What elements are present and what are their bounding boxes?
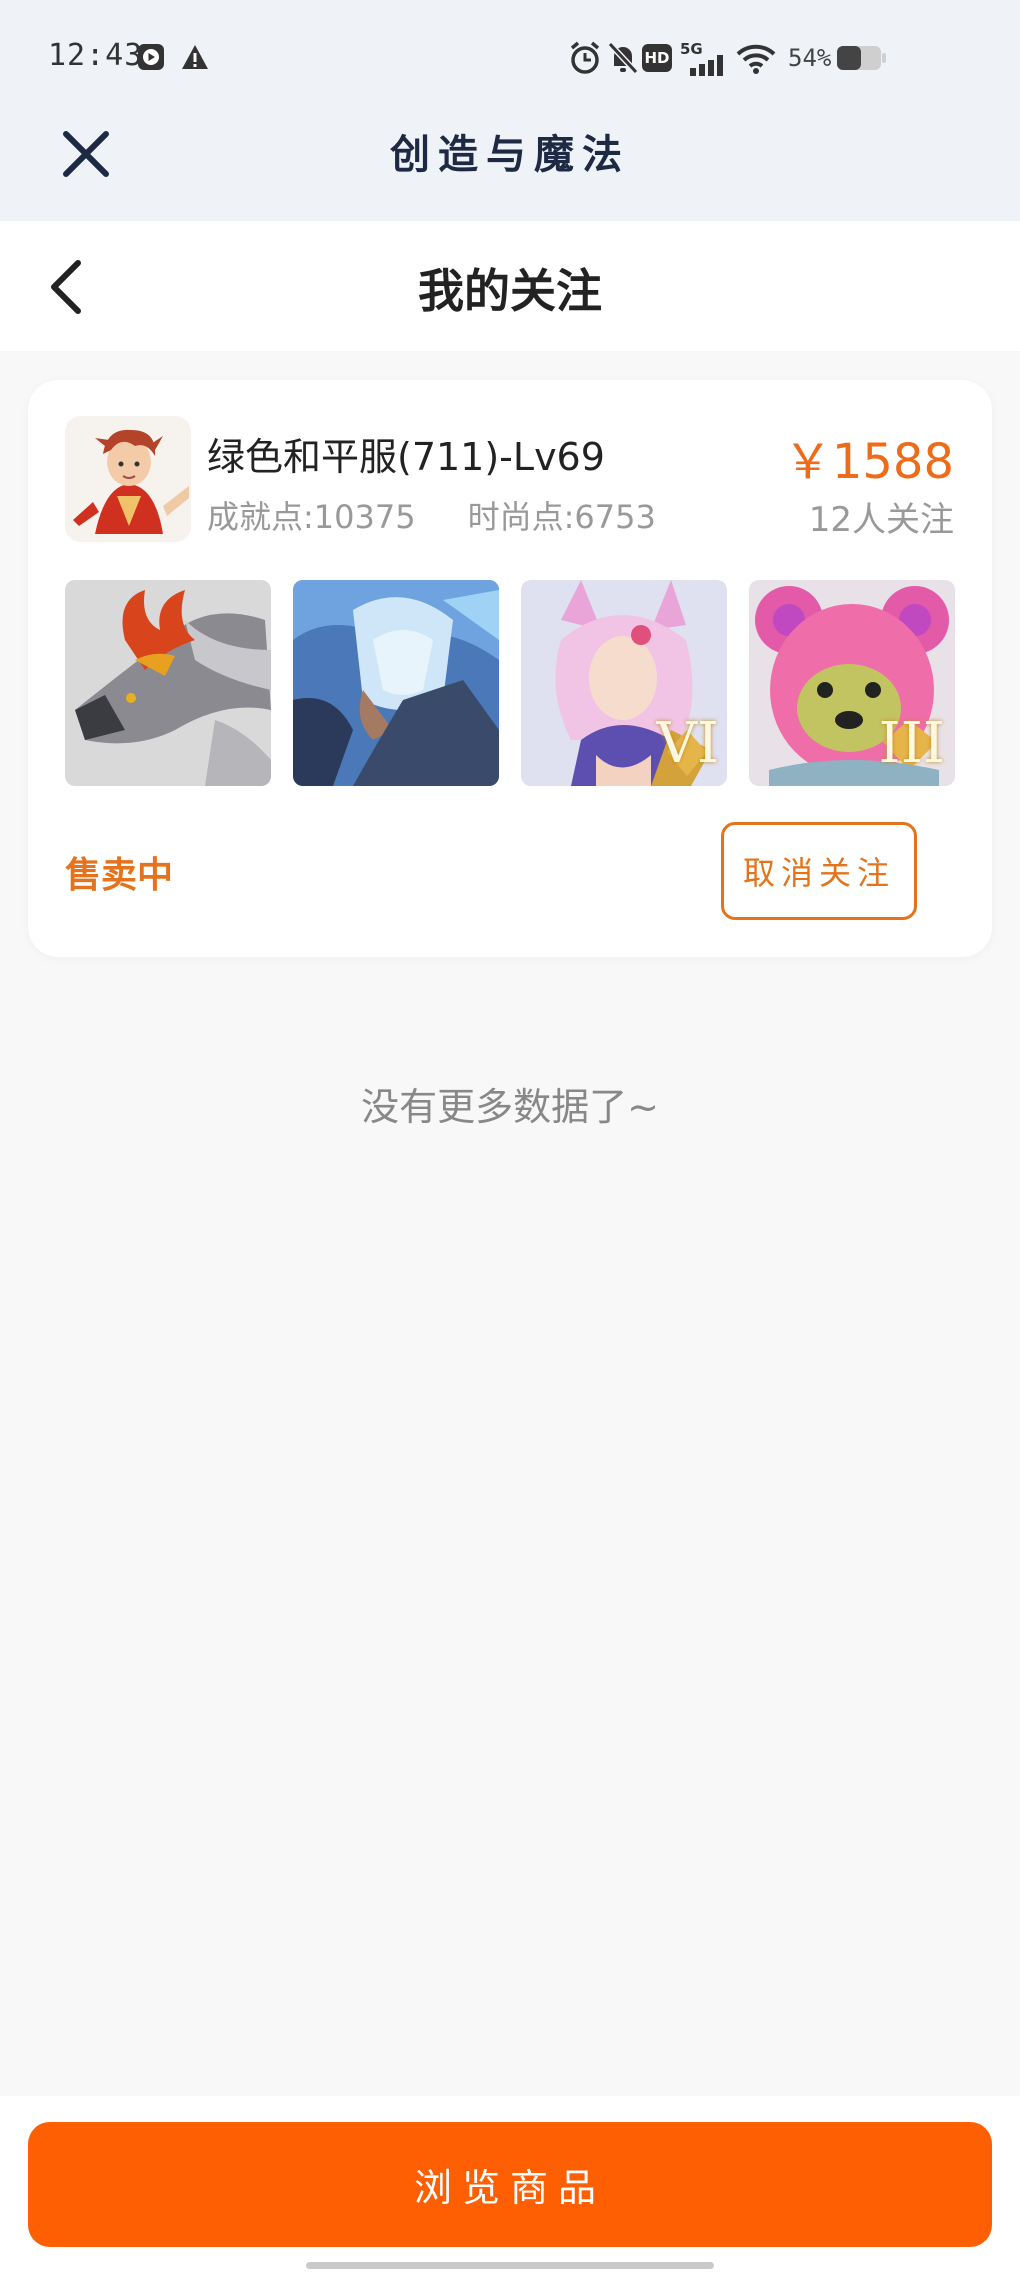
character-name: 绿色和平服(711)-Lv69 <box>207 435 605 479</box>
character-stats: 成就点:10375 时尚点:6753 <box>207 492 656 538</box>
page-header: 我的关注 <box>0 221 1020 351</box>
thumbnail-badge: III <box>878 711 945 776</box>
browse-products-button[interactable]: 浏览商品 <box>28 2122 992 2247</box>
status-time: 12:43 <box>48 38 144 73</box>
follower-count: 12人关注 <box>808 500 954 540</box>
followed-item-card[interactable]: 绿色和平服(711)-Lv69 成就点:10375 时尚点:6753 ￥1588 … <box>28 380 992 957</box>
status-bar: 12:43 HD 5G 54% <box>0 0 1020 118</box>
achievement-points: 成就点:10375 <box>207 498 416 536</box>
warning-icon <box>182 45 208 69</box>
thumbnail-ice-armor[interactable] <box>293 580 499 786</box>
mute-icon <box>607 41 639 75</box>
thumbnail-fox-fairy[interactable]: VI <box>521 580 727 786</box>
hd-icon: HD <box>642 40 672 76</box>
fashion-points: 时尚点:6753 <box>467 498 656 536</box>
thumbnail-dragon-mount[interactable] <box>65 580 271 786</box>
page-title: 我的关注 <box>418 264 602 318</box>
home-indicator[interactable] <box>306 2262 714 2269</box>
no-more-data-hint: 没有更多数据了~ <box>361 1085 659 1129</box>
character-avatar-image <box>65 416 191 542</box>
alarm-icon <box>570 41 600 74</box>
unfollow-button[interactable]: 取消关注 <box>721 822 917 920</box>
signal-icon: 5G <box>680 40 728 76</box>
play-icon <box>138 44 164 70</box>
battery-text: 54% <box>788 44 832 72</box>
character-avatar <box>65 416 191 542</box>
app-header: 创造与魔法 <box>0 118 1020 221</box>
sale-status: 售卖中 <box>65 855 174 896</box>
thumbnail-pink-bear[interactable]: III <box>749 580 955 786</box>
item-price: ￥1588 <box>783 434 954 490</box>
wifi-icon <box>736 44 776 74</box>
app-title: 创造与魔法 <box>390 131 630 178</box>
battery-icon <box>837 46 886 70</box>
hd-badge: HD <box>642 44 672 72</box>
thumbnail-badge: VI <box>656 711 719 776</box>
